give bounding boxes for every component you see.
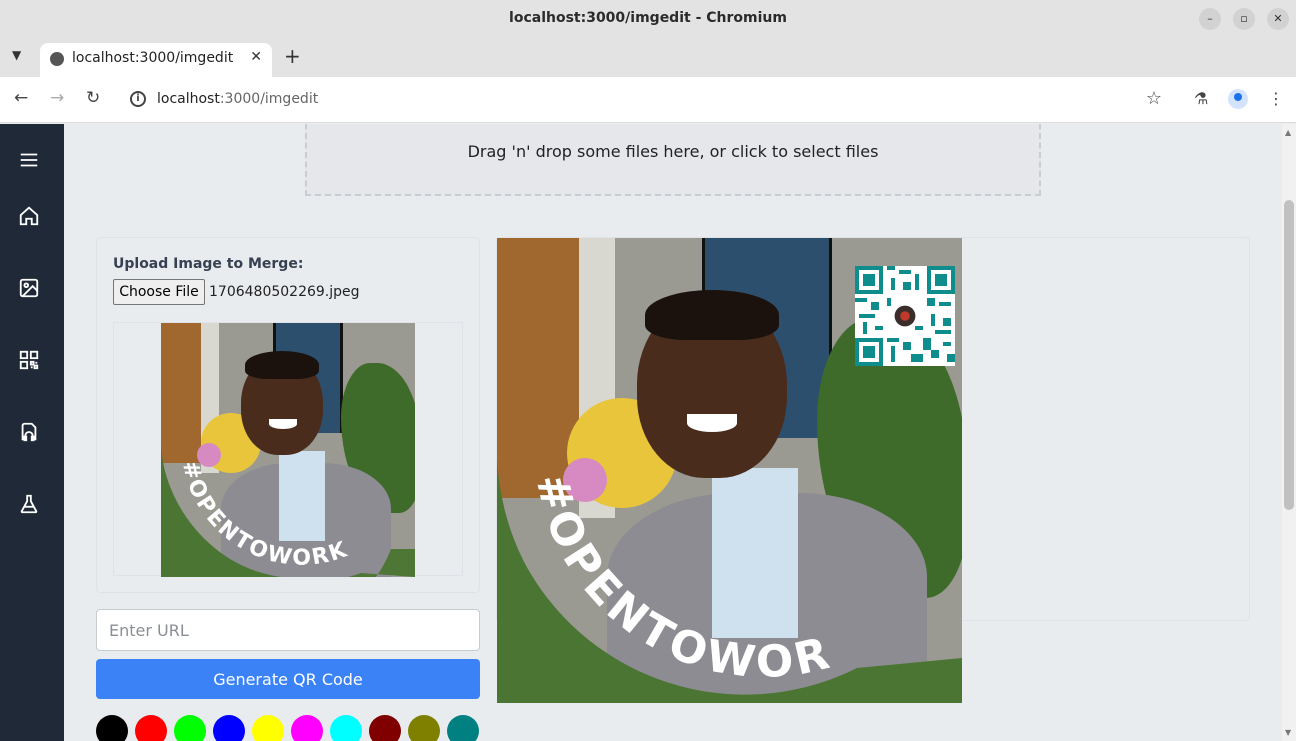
- scrollbar-thumb[interactable]: [1284, 200, 1294, 510]
- reload-button[interactable]: ↻: [86, 88, 100, 108]
- app-sidebar: [0, 124, 64, 741]
- merge-preview-image: #OPENTOWORK: [161, 323, 415, 577]
- generated-qr-code: [855, 266, 955, 366]
- swatch-red[interactable]: [135, 715, 167, 741]
- back-button[interactable]: ←: [14, 88, 28, 108]
- menu-icon[interactable]: [18, 149, 40, 171]
- swatch-yellow[interactable]: [252, 715, 284, 741]
- maximize-button[interactable]: ▫: [1233, 8, 1255, 30]
- main-content: Drag 'n' drop some files here, or click …: [64, 124, 1282, 741]
- audio-file-icon[interactable]: [18, 421, 40, 443]
- file-dropzone[interactable]: Drag 'n' drop some files here, or click …: [305, 124, 1041, 196]
- preview-frame: #OPENTOWORK: [113, 322, 463, 577]
- url-path: :3000/imgedit: [219, 91, 319, 107]
- swatch-blue[interactable]: [213, 715, 245, 741]
- swatch-olive[interactable]: [408, 715, 440, 741]
- browser-toolbar: ← → ↻ i localhost:3000/imgedit ☆ ⚗ ⋮: [0, 77, 1296, 123]
- window-titlebar: localhost:3000/imgedit - Chromium – ▫ ✕: [0, 0, 1296, 37]
- tab-label: localhost:3000/imgedit: [72, 50, 234, 66]
- swatch-green[interactable]: [174, 715, 206, 741]
- address-bar[interactable]: i localhost:3000/imgedit ☆: [120, 83, 1178, 117]
- forward-button[interactable]: →: [50, 88, 64, 108]
- home-icon[interactable]: [18, 205, 40, 227]
- tab-close-icon[interactable]: ✕: [250, 49, 262, 65]
- choose-file-button[interactable]: Choose File: [113, 279, 205, 305]
- upload-label: Upload Image to Merge:: [113, 256, 304, 272]
- generate-qr-button[interactable]: Generate QR Code: [96, 659, 480, 699]
- bookmark-star-icon[interactable]: ☆: [1146, 88, 1162, 109]
- color-swatches: [96, 715, 496, 741]
- scroll-up-arrow-icon[interactable]: ▲: [1285, 128, 1291, 137]
- swatch-black[interactable]: [96, 715, 128, 741]
- new-tab-button[interactable]: +: [284, 44, 301, 68]
- url-input[interactable]: [96, 609, 480, 651]
- swatch-cyan[interactable]: [330, 715, 362, 741]
- globe-icon: [50, 52, 64, 66]
- scroll-down-arrow-icon[interactable]: ▼: [1285, 728, 1291, 737]
- dropzone-text: Drag 'n' drop some files here, or click …: [467, 142, 879, 161]
- tab-strip: ▼ localhost:3000/imgedit ✕ +: [0, 37, 1296, 77]
- flask-icon[interactable]: [18, 493, 40, 515]
- window-title: localhost:3000/imgedit - Chromium: [509, 10, 787, 26]
- merged-result-image: #OPENTOWORK: [497, 238, 962, 703]
- swatch-magenta[interactable]: [291, 715, 323, 741]
- swatch-maroon[interactable]: [369, 715, 401, 741]
- qr-code-icon[interactable]: [18, 349, 40, 371]
- swatch-teal[interactable]: [447, 715, 479, 741]
- image-icon[interactable]: [18, 277, 40, 299]
- close-window-button[interactable]: ✕: [1267, 8, 1289, 30]
- url-host: localhost: [157, 91, 220, 107]
- page-scrollbar[interactable]: ▲ ▼: [1282, 124, 1296, 741]
- profile-avatar[interactable]: [1228, 89, 1248, 109]
- menu-kebab-icon[interactable]: ⋮: [1268, 89, 1284, 108]
- merge-card: Upload Image to Merge: Choose File 17064…: [96, 237, 480, 593]
- labs-flask-icon[interactable]: ⚗: [1194, 89, 1208, 108]
- tab-list-chevron-icon[interactable]: ▼: [12, 48, 21, 62]
- site-info-icon[interactable]: i: [130, 91, 146, 107]
- selected-file-name: 1706480502269.jpeg: [209, 284, 360, 300]
- tab-imgedit[interactable]: localhost:3000/imgedit ✕: [40, 43, 272, 77]
- result-card: #OPENTOWORK: [496, 237, 1250, 703]
- address-url: localhost:3000/imgedit: [157, 91, 318, 107]
- minimize-button[interactable]: –: [1199, 8, 1221, 30]
